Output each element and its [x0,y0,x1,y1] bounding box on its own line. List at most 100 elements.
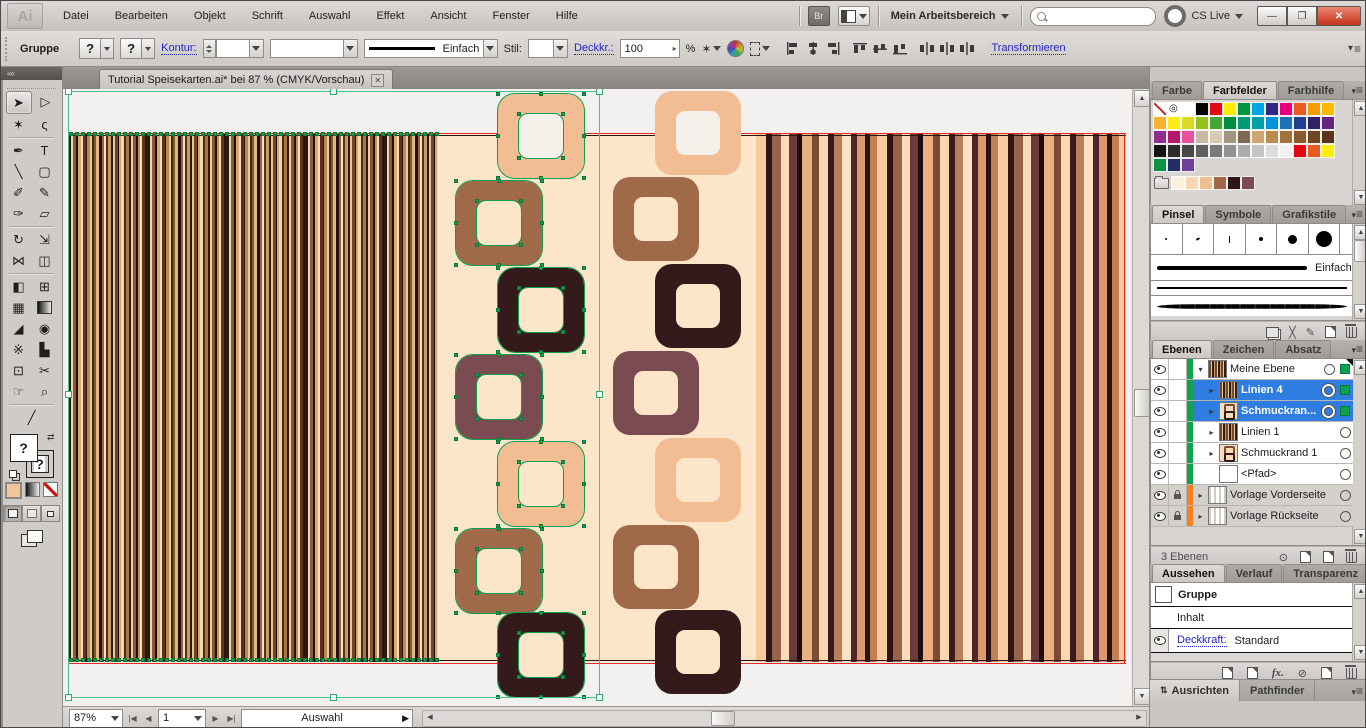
menu-ansicht[interactable]: Ansicht [418,6,478,26]
line-tool[interactable]: ╲ [7,161,31,182]
chain1-square[interactable] [498,94,584,178]
swatch[interactable] [1171,176,1185,190]
gradient-button[interactable] [25,482,40,497]
scroll-left-icon[interactable]: ◀ [423,711,437,724]
swatch[interactable] [1227,176,1241,190]
tab-grafikstile[interactable]: Grafikstile [1272,205,1346,223]
swatch[interactable] [1199,176,1213,190]
chain2-square[interactable] [655,264,741,348]
brush-item-line[interactable] [1151,281,1353,296]
tab-ebenen[interactable]: Ebenen [1152,340,1212,358]
lock-toggle[interactable] [1169,464,1187,484]
layer-target-icon[interactable] [1324,407,1333,416]
swatch[interactable] [1251,102,1265,116]
slice-tool[interactable]: ✂ [33,360,57,381]
layer-row[interactable]: ▸Vorlage Rückseite [1151,506,1353,527]
brush-definition-combo[interactable]: Einfach [364,39,498,58]
scroll-down-icon[interactable]: ▼ [1354,304,1366,319]
swatch[interactable] [1167,116,1181,130]
direct-selection-tool[interactable]: ▷ [34,91,58,112]
recolor-artwork-button[interactable] [727,40,744,57]
layer-main[interactable]: ▸Vorlage Rückseite [1193,506,1353,526]
new-layer-button[interactable] [1323,551,1334,563]
brush-item[interactable] [1214,224,1246,254]
layer-main[interactable]: <Pfad> [1193,464,1353,484]
menu-bearbeiten[interactable]: Bearbeiten [103,6,180,26]
tab-farbfelder[interactable]: Farbfelder [1203,81,1277,99]
swatch[interactable] [1265,144,1279,158]
tab-ausrichten[interactable]: ⇅Ausrichten [1150,680,1240,701]
swatch[interactable] [1223,130,1237,144]
swatch[interactable] [1153,116,1167,130]
tab-farbhilfe[interactable]: Farbhilfe [1278,81,1344,99]
search-input[interactable] [1030,7,1156,26]
appearance-row-contents[interactable]: Inhalt [1151,607,1353,629]
swatch[interactable] [1195,102,1209,116]
artboard-number-combo[interactable]: 1 [158,709,206,728]
layer-name[interactable]: Linien 1 [1241,426,1337,438]
chain1-square[interactable] [456,529,542,613]
swatch[interactable] [1307,102,1321,116]
brushes-scroll-thumb[interactable] [1354,240,1366,262]
make-clipping-mask-button[interactable]: ⊙ [1279,551,1288,564]
delete-item-button[interactable] [1346,668,1357,679]
align-left-button[interactable] [784,41,801,57]
panel-grip[interactable] [5,37,12,61]
rotate-tool[interactable]: ↻ [7,229,31,250]
swatch[interactable] [1237,144,1251,158]
layers-scrollbar[interactable]: ▲ ▼ [1352,359,1366,545]
none-button[interactable] [43,482,58,497]
pencil-tool[interactable]: ✎ [33,182,57,203]
status-display[interactable]: Auswahl▶ [241,709,413,728]
swatch[interactable] [1279,116,1293,130]
blob-brush-tool[interactable]: ✑ [7,203,31,224]
swatch[interactable] [1293,116,1307,130]
swatch[interactable] [1195,130,1209,144]
selection-handle[interactable] [65,391,72,398]
knife-tool[interactable]: ╱ [20,407,44,428]
swatch[interactable] [1307,116,1321,130]
previous-artboard-button[interactable]: ◀ [142,711,155,725]
swatch[interactable] [1185,176,1199,190]
style-combo[interactable] [528,39,568,58]
swatch[interactable] [1181,158,1195,172]
panel-menu-icon[interactable]: ▾≡ [1351,207,1363,221]
chain2-square[interactable] [613,525,699,609]
clear-appearance-button[interactable]: ⊘ [1298,667,1307,680]
close-button[interactable]: ✕ [1317,6,1361,26]
swatch[interactable] [1181,116,1195,130]
lock-toggle[interactable] [1169,401,1187,421]
layer-name[interactable]: Meine Ebene [1230,363,1321,375]
swatch[interactable] [1293,144,1307,158]
draw-behind-button[interactable] [22,505,41,522]
blend-tool[interactable]: ◉ [33,318,57,339]
opacity-link[interactable]: Deckkraft: [1177,634,1227,647]
swatch[interactable] [1167,158,1181,172]
draw-normal-button[interactable] [3,505,22,522]
swatch[interactable] [1209,130,1223,144]
color-group-folder-icon[interactable] [1154,178,1169,189]
distribute-right-button[interactable] [958,41,975,57]
selection-handle[interactable] [65,89,72,95]
layer-row[interactable]: ▸Schmuckran... [1151,401,1353,422]
document-close-icon[interactable]: ✕ [371,74,384,87]
panel-menu-icon[interactable]: ▾≡ [1351,342,1363,356]
chain2-square[interactable] [655,610,741,694]
workspace-switcher[interactable]: Mein Arbeitsbereich [887,10,1014,22]
swatch[interactable] [1241,176,1255,190]
free-transform-tool[interactable]: ◫ [33,250,57,271]
remove-brush-stroke-button[interactable]: ╳ [1289,326,1296,339]
horizontal-scroll-thumb[interactable] [711,711,735,726]
tools-collapse-button[interactable]: «« [1,67,62,80]
swatch-registration[interactable] [1167,102,1181,116]
disclosure-triangle-icon[interactable]: ▸ [1196,491,1205,500]
brush-item-charcoal[interactable] [1151,296,1353,316]
magic-wand-tool[interactable]: ✶ [7,114,31,135]
brush-item[interactable] [1151,224,1183,254]
swatch[interactable] [1321,102,1335,116]
chain2-square[interactable] [613,177,699,261]
tab-zeichen[interactable]: Zeichen [1213,340,1275,358]
layer-target-icon[interactable] [1340,427,1351,438]
stroke-weight-combo[interactable] [216,39,264,58]
visibility-toggle[interactable] [1151,401,1169,421]
